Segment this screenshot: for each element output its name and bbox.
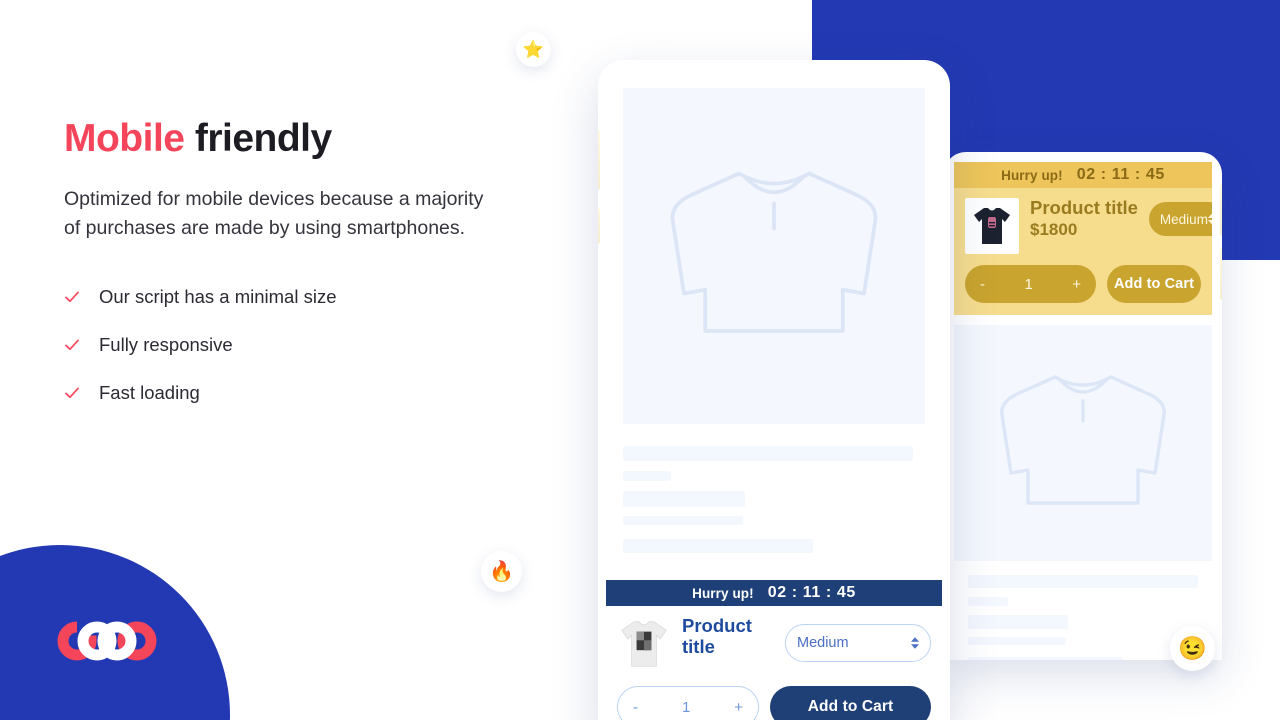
phone-mockup: Hurry up! 02 : 11 : 45 Product title Med… bbox=[598, 60, 950, 720]
check-icon bbox=[64, 289, 80, 305]
tablet-side-button-top[interactable] bbox=[1220, 184, 1222, 236]
countdown-timer: 02 : 11 : 45 bbox=[767, 584, 856, 601]
add-to-cart-button[interactable]: Add to Cart bbox=[1107, 265, 1201, 303]
phone-screen: Hurry up! 02 : 11 : 45 Product title Med… bbox=[606, 68, 942, 720]
product-thumbnail[interactable] bbox=[617, 616, 671, 672]
size-select[interactable]: Medium bbox=[785, 624, 931, 662]
quantity-decrement[interactable]: - bbox=[980, 276, 985, 293]
copy-block: Mobile friendly Optimized for mobile dev… bbox=[64, 117, 534, 417]
phone-side-button-top[interactable] bbox=[598, 130, 600, 190]
product-title: Product title bbox=[682, 615, 752, 657]
size-select-value: Medium bbox=[1159, 211, 1208, 227]
wink-face-icon: 😉 bbox=[1178, 635, 1207, 661]
quantity-decrement[interactable]: - bbox=[633, 699, 638, 716]
skeleton-line bbox=[623, 446, 913, 461]
product-thumbnail[interactable] bbox=[965, 198, 1019, 254]
skeleton-line bbox=[968, 637, 1066, 645]
wink-badge: 😉 bbox=[1170, 626, 1215, 671]
check-icon bbox=[64, 337, 80, 353]
skeleton-line bbox=[623, 516, 743, 525]
product-image-placeholder bbox=[954, 325, 1212, 561]
skeleton-line bbox=[623, 491, 745, 507]
countdown-strip: Hurry up! 02 : 11 : 45 bbox=[954, 162, 1212, 188]
tablet-screen: Hurry up! 02 : 11 : 45 Product title $18… bbox=[954, 162, 1212, 660]
tablet-mockup: Hurry up! 02 : 11 : 45 Product title $18… bbox=[944, 152, 1222, 660]
fire-icon: 🔥 bbox=[489, 561, 514, 583]
phone-side-button-bottom[interactable] bbox=[598, 208, 600, 244]
brand-logo bbox=[46, 618, 166, 664]
star-badge: ⭐ bbox=[516, 32, 551, 67]
feature-list: Our script has a minimal size Fully resp… bbox=[64, 273, 534, 417]
subheading-paragraph: Optimized for mobile devices because a m… bbox=[64, 187, 484, 239]
product-price: $1800 bbox=[1030, 219, 1078, 239]
star-icon: ⭐ bbox=[522, 39, 545, 59]
quantity-increment[interactable]: + bbox=[734, 699, 743, 716]
phone-skeleton-block bbox=[606, 424, 942, 553]
check-icon bbox=[64, 385, 80, 401]
page-title: Mobile friendly bbox=[64, 117, 534, 161]
fire-badge: 🔥 bbox=[481, 551, 522, 592]
chevron-updown-icon bbox=[1207, 214, 1212, 224]
quantity-value: 1 bbox=[681, 698, 691, 716]
tablet-side-button-bottom[interactable] bbox=[1220, 248, 1222, 300]
skeleton-line bbox=[968, 615, 1068, 629]
chevron-updown-icon bbox=[911, 637, 919, 649]
product-title: Product title bbox=[1030, 197, 1138, 218]
quantity-stepper[interactable]: - 1 + bbox=[965, 265, 1096, 303]
skeleton-line bbox=[968, 575, 1198, 588]
add-to-cart-button[interactable]: Add to Cart bbox=[770, 686, 931, 720]
feature-label: Fast loading bbox=[99, 381, 200, 403]
hurry-label: Hurry up! bbox=[692, 585, 754, 601]
size-select-value: Medium bbox=[797, 635, 849, 651]
sticky-cart-bar-blue: Hurry up! 02 : 11 : 45 Product title Med… bbox=[606, 580, 942, 720]
headline-rest: friendly bbox=[184, 117, 332, 160]
quantity-value: 1 bbox=[1024, 275, 1033, 293]
hurry-label: Hurry up! bbox=[1001, 167, 1063, 183]
countdown-timer: 02 : 11 : 45 bbox=[1076, 166, 1165, 183]
list-item: Our script has a minimal size bbox=[64, 273, 534, 321]
product-image-placeholder bbox=[623, 88, 925, 424]
list-item: Fully responsive bbox=[64, 321, 534, 369]
skeleton-line bbox=[968, 657, 1123, 660]
feature-label: Our script has a minimal size bbox=[99, 285, 337, 307]
long-sleeve-shirt-outline bbox=[670, 171, 878, 333]
slide-canvas: Mobile friendly Optimized for mobile dev… bbox=[0, 0, 1280, 720]
quantity-stepper[interactable]: - 1 + bbox=[617, 686, 759, 720]
skeleton-line bbox=[968, 597, 1008, 606]
list-item: Fast loading bbox=[64, 369, 534, 417]
sticky-cart-bar-gold: Hurry up! 02 : 11 : 45 Product title $18… bbox=[954, 162, 1212, 315]
headline-accent: Mobile bbox=[64, 117, 185, 160]
quantity-increment[interactable]: + bbox=[1072, 276, 1081, 293]
skeleton-line bbox=[623, 539, 813, 553]
long-sleeve-shirt-outline bbox=[1000, 375, 1166, 505]
countdown-strip: Hurry up! 02 : 11 : 45 bbox=[606, 580, 942, 606]
feature-label: Fully responsive bbox=[99, 333, 233, 355]
skeleton-line bbox=[623, 471, 671, 481]
cart-bar-body: Product title $1800 Medium - 1 + Add to … bbox=[954, 188, 1212, 315]
cart-bar-body: Product title Medium - 1 + Add to Cart bbox=[606, 606, 942, 720]
size-select[interactable]: Medium bbox=[1148, 202, 1212, 236]
